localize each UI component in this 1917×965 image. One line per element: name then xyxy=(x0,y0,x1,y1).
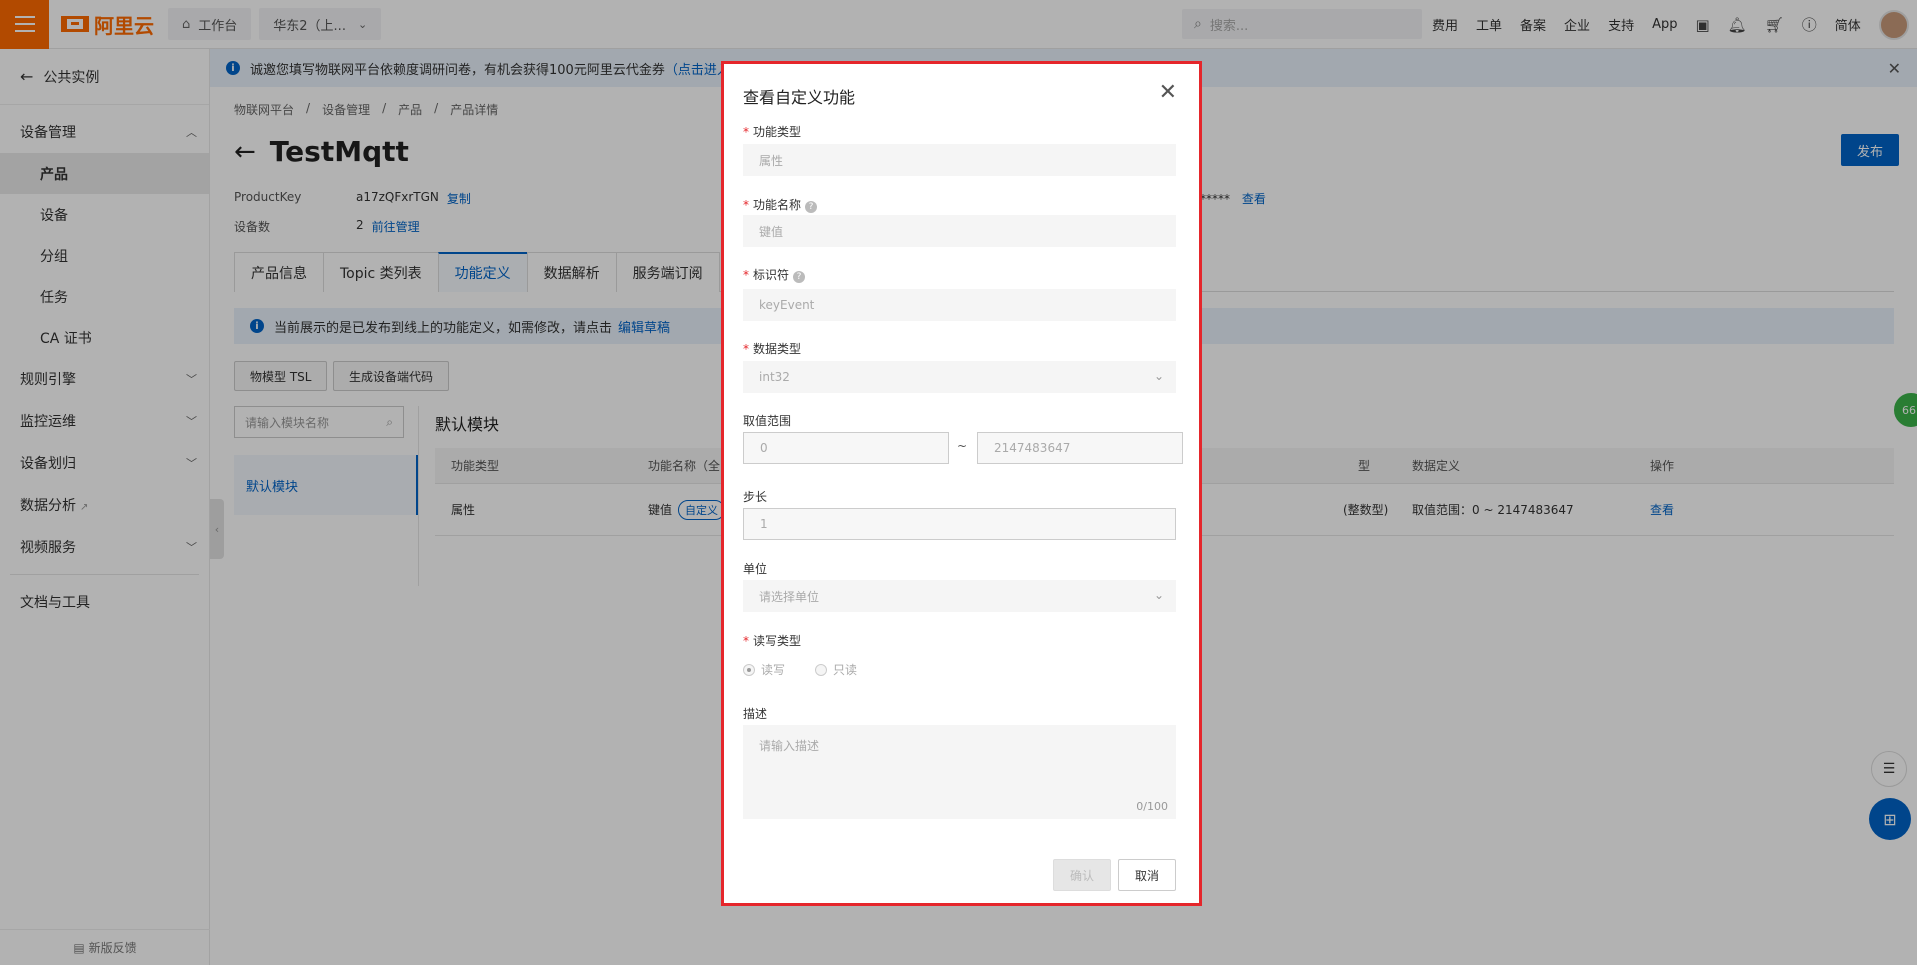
field-value: 1 xyxy=(760,517,768,531)
feature-type-label: * 功能类型 xyxy=(743,123,801,140)
feature-name-field[interactable]: 键值 xyxy=(743,215,1176,247)
required-mark: * xyxy=(743,342,749,356)
radio-read-only[interactable]: 只读 xyxy=(815,661,857,678)
help-icon[interactable]: ? xyxy=(805,201,818,213)
radio-dot xyxy=(743,663,755,676)
field-value: int32 xyxy=(759,370,790,384)
required-mark: * xyxy=(743,634,749,648)
field-value: 属性 xyxy=(759,153,784,168)
required-mark: * xyxy=(743,125,749,139)
identifier-label: * 标识符? xyxy=(743,266,806,283)
radio-label: 读写 xyxy=(761,663,786,677)
textarea-placeholder: 请输入描述 xyxy=(759,739,820,753)
unit-select[interactable]: 请选择单位 ⌄ xyxy=(743,580,1176,612)
feature-type-field[interactable]: 属性 xyxy=(743,144,1176,176)
help-icon[interactable]: ? xyxy=(793,271,806,283)
range-separator: ~ xyxy=(957,439,968,453)
unit-label: 单位 xyxy=(743,562,768,576)
label-text: 读写类型 xyxy=(753,634,802,648)
radio-label: 只读 xyxy=(833,663,858,677)
field-value: keyEvent xyxy=(759,298,815,312)
field-placeholder: 请选择单位 xyxy=(759,589,820,604)
step-label: 步长 xyxy=(743,490,768,504)
range-label: 取值范围 xyxy=(743,414,792,428)
range-max-input[interactable]: 2147483647 xyxy=(977,432,1183,464)
required-mark: * xyxy=(743,268,749,282)
range-min-input[interactable]: 0 xyxy=(743,432,949,464)
label-text: 数据类型 xyxy=(753,342,802,356)
cancel-button[interactable]: 取消 xyxy=(1118,859,1176,891)
required-mark: * xyxy=(743,198,749,212)
field-value: 2147483647 xyxy=(994,441,1071,455)
description-textarea[interactable]: 请输入描述 0/100 xyxy=(743,725,1176,819)
feature-name-label: * 功能名称? xyxy=(743,196,818,213)
description-label: 描述 xyxy=(743,707,768,721)
confirm-button[interactable]: 确认 xyxy=(1053,859,1111,891)
chevron-down-icon: ⌄ xyxy=(1153,369,1164,383)
rw-type-radio-group: 读写 只读 xyxy=(743,661,857,678)
step-input[interactable]: 1 xyxy=(743,508,1176,540)
radio-dot xyxy=(815,663,828,676)
datatype-label: * 数据类型 xyxy=(743,340,801,357)
label-text: 功能类型 xyxy=(753,125,802,139)
view-feature-dialog: 查看自定义功能 ✕ * 功能类型 属性 * 功能名称? 键值 * 标识符? keyEv… xyxy=(721,61,1202,906)
identifier-field[interactable]: keyEvent xyxy=(743,289,1176,321)
dialog-title: 查看自定义功能 xyxy=(743,88,856,107)
chevron-down-icon: ⌄ xyxy=(1153,588,1164,602)
datatype-select[interactable]: int32 ⌄ xyxy=(743,361,1176,393)
radio-read-write[interactable]: 读写 xyxy=(743,661,785,678)
field-value: 0 xyxy=(760,441,768,455)
close-icon[interactable]: ✕ xyxy=(1159,80,1177,105)
field-value: 键值 xyxy=(759,224,784,239)
char-count: 0/100 xyxy=(1136,800,1168,813)
label-text: 标识符 xyxy=(753,268,790,282)
rw-type-label: * 读写类型 xyxy=(743,632,801,649)
label-text: 功能名称 xyxy=(753,198,802,212)
